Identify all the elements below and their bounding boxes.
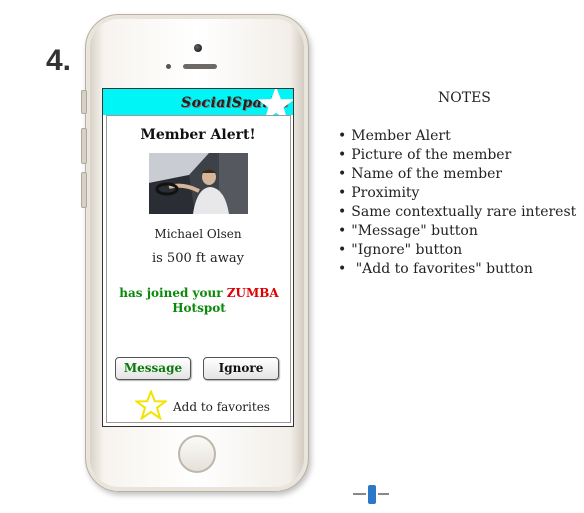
joined-prefix: has joined your	[119, 286, 227, 300]
volume-up-button	[81, 128, 87, 164]
interest-name: ZUMBA	[226, 286, 279, 300]
list-item: Name of the member	[338, 165, 576, 184]
step-number: 4.	[46, 44, 72, 77]
home-button[interactable]	[178, 435, 216, 473]
list-item: "Message" button	[338, 222, 576, 241]
front-camera-icon	[194, 44, 202, 52]
notes-title: NOTES	[438, 90, 491, 106]
app-header: SocialSparks	[103, 89, 293, 121]
joined-suffix: Hotspot	[172, 301, 226, 315]
volume-down-button	[81, 172, 87, 208]
proximity-text: is 500 ft away	[151, 251, 245, 266]
notes-list: Member Alert Picture of the member Name …	[338, 127, 576, 279]
member-photo[interactable]	[149, 153, 248, 214]
list-item: "Ignore" button	[338, 241, 576, 260]
message-button[interactable]: Message	[115, 357, 191, 380]
list-item: Proximity	[338, 184, 576, 203]
phone-screen: SocialSparks Member Alert! Michael Olsen…	[102, 88, 294, 427]
sensor-icon	[166, 64, 171, 69]
list-item: "Add to favorites" button	[338, 260, 576, 279]
alert-title: Member Alert!	[140, 127, 256, 143]
earpiece-speaker	[183, 64, 217, 69]
member-name: Michael Olsen	[154, 227, 242, 241]
list-item: Picture of the member	[338, 146, 576, 165]
add-to-favorites-link[interactable]: Add to favorites	[173, 400, 270, 414]
mute-switch	[81, 90, 87, 114]
watermark-logo	[353, 485, 389, 504]
shared-interest-text: has joined your ZUMBA Hotspot	[113, 286, 285, 316]
star-outline-icon[interactable]	[135, 390, 167, 420]
ignore-button[interactable]: Ignore	[203, 357, 279, 380]
list-item: Member Alert	[338, 127, 576, 146]
list-item: Same contextually rare interest	[338, 203, 576, 222]
